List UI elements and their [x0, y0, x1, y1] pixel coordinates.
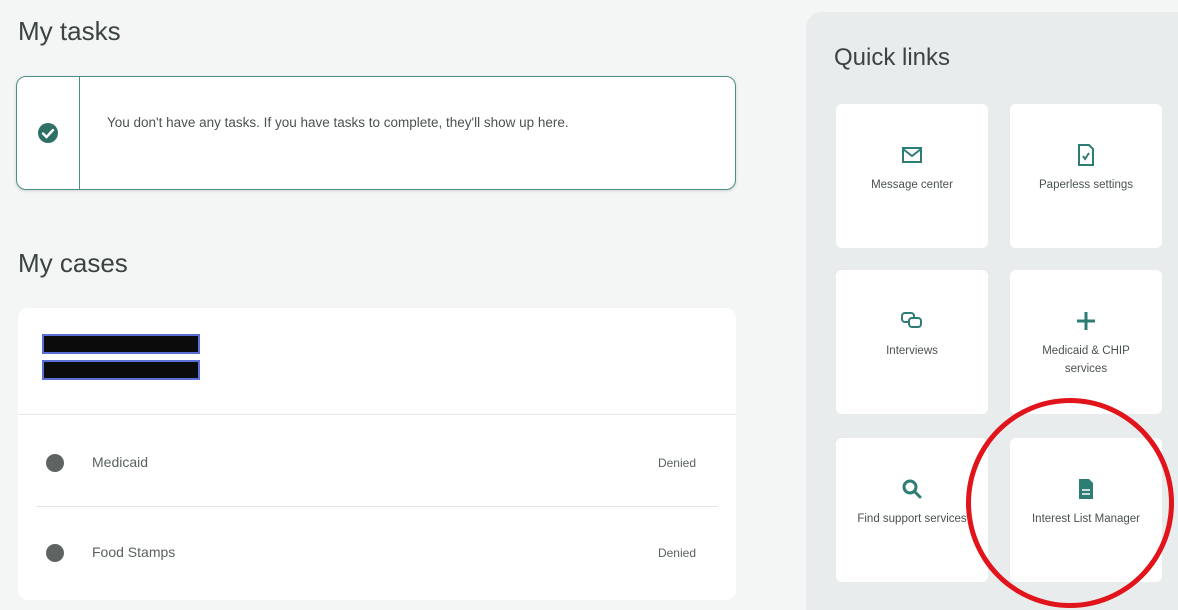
case-program-name: Food Stamps — [92, 544, 176, 560]
quick-link-find-support[interactable]: Find support services — [836, 438, 988, 582]
case-row-food-stamps[interactable]: Food Stamps Denied — [18, 508, 736, 596]
quick-link-interviews[interactable]: Interviews — [836, 270, 988, 414]
chat-icon — [901, 308, 923, 334]
redacted-case-id — [42, 360, 200, 380]
document-icon — [1077, 476, 1095, 502]
quick-link-label: Message center — [871, 179, 953, 191]
status-dot-icon — [46, 454, 64, 472]
notice-icon-column — [17, 77, 80, 189]
case-row-medicaid[interactable]: Medicaid Denied — [18, 418, 736, 506]
task-empty-notice: You don't have any tasks. If you have ta… — [16, 76, 736, 190]
check-circle-icon — [38, 123, 58, 143]
quick-link-label: Medicaid & CHIP services — [1042, 345, 1130, 375]
divider — [18, 414, 736, 415]
quick-link-label: Interest List Manager — [1031, 513, 1141, 525]
my-tasks-heading: My tasks — [18, 16, 121, 46]
search-icon — [902, 476, 922, 502]
case-status: Denied — [657, 546, 696, 560]
status-dot-icon — [46, 544, 64, 562]
redacted-case-name — [42, 334, 200, 354]
quick-link-message-center[interactable]: Message center — [836, 104, 988, 248]
case-program-name: Medicaid — [92, 454, 149, 470]
quick-links-heading: Quick links — [834, 44, 951, 71]
quick-link-medicaid-chip[interactable]: Medicaid & CHIP services — [1010, 270, 1162, 414]
quick-link-label: Interviews — [886, 345, 938, 357]
cases-card: Medicaid Denied Food Stamps Denied — [18, 308, 736, 600]
quick-link-paperless-settings[interactable]: Paperless settings — [1010, 104, 1162, 248]
my-cases-heading: My cases — [18, 248, 128, 278]
task-empty-message: You don't have any tasks. If you have ta… — [107, 115, 569, 130]
case-status: Denied — [657, 456, 696, 470]
plus-icon — [1076, 308, 1096, 334]
mail-icon — [902, 142, 922, 168]
quick-link-label: Paperless settings — [1039, 179, 1133, 191]
quick-link-interest-list-manager[interactable]: Interest List Manager — [1010, 438, 1162, 582]
divider — [36, 506, 718, 507]
document-icon — [1077, 142, 1095, 168]
quick-link-label: Find support services — [857, 513, 967, 525]
